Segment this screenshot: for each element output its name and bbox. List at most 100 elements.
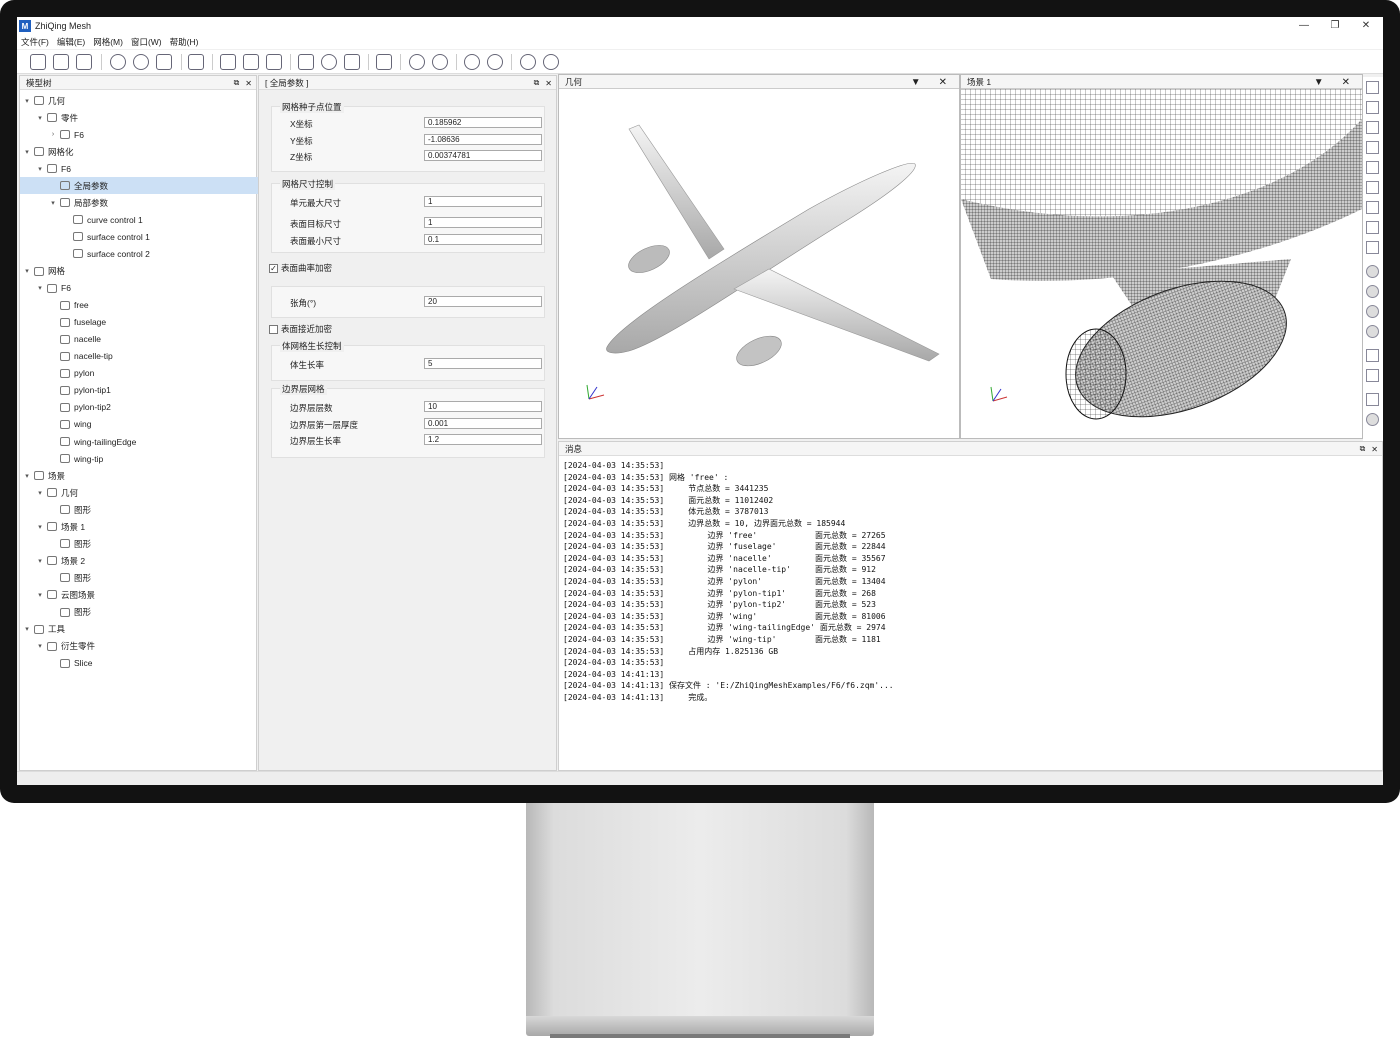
bounding-box-icon[interactable]	[376, 54, 392, 70]
scene1-viewport[interactable]: 场景 1 ▼ ✕	[960, 74, 1363, 439]
float-panel-icon[interactable]: ⧉	[1360, 444, 1366, 454]
tree-item[interactable]: ▾ 局部参数	[20, 194, 258, 211]
tree-item[interactable]: Slice	[20, 655, 258, 672]
tree-item[interactable]: nacelle	[20, 331, 258, 348]
tree-item[interactable]: ▾ 场景 2	[20, 552, 258, 569]
view-axis-icon[interactable]	[1366, 101, 1379, 114]
y-field[interactable]: -1.08636	[424, 134, 542, 145]
tree-item[interactable]: ▾ F6	[20, 280, 258, 297]
select-icon[interactable]	[188, 54, 204, 70]
tree-item[interactable]: ▾ 云图场景	[20, 586, 258, 603]
wireframe-sphere-icon[interactable]	[1366, 285, 1379, 298]
bl-first-field[interactable]: 0.001	[424, 418, 542, 429]
rotate-icon[interactable]	[133, 54, 149, 70]
clip-icon[interactable]	[1366, 349, 1379, 362]
viewport-menu-icon[interactable]: ▼	[1314, 77, 1324, 88]
layer-icon[interactable]	[266, 54, 282, 70]
duplicate-icon[interactable]	[243, 54, 259, 70]
tree-item[interactable]: pylon	[20, 365, 258, 382]
max-size-field[interactable]: 1	[424, 196, 542, 207]
maximize-button[interactable]: ❐	[1320, 17, 1350, 35]
expand-arrow-icon[interactable]: ▾	[48, 199, 58, 207]
tree-item[interactable]: ▾ 网格	[20, 263, 258, 280]
tree-item[interactable]: surface control 1	[20, 228, 258, 245]
zoom-fit-icon[interactable]	[156, 54, 172, 70]
tree-item[interactable]: fuselage	[20, 314, 258, 331]
close-viewport-icon[interactable]: ✕	[1342, 77, 1350, 88]
z-field[interactable]: 0.00374781	[424, 150, 542, 161]
tree-item[interactable]: ▾ 零件	[20, 109, 258, 126]
tree-item[interactable]: pylon-tip2	[20, 399, 258, 416]
expand-arrow-icon[interactable]: ▾	[35, 165, 45, 173]
tree-item[interactable]: wing-tip	[20, 450, 258, 467]
tree-item[interactable]: ▾ 场景	[20, 467, 258, 484]
view-axis-icon[interactable]	[1366, 81, 1379, 94]
expand-arrow-icon[interactable]: ▾	[35, 557, 45, 565]
color-icon[interactable]	[1366, 413, 1379, 426]
tree-item[interactable]: 图形	[20, 501, 258, 518]
menu-mesh[interactable]: 网格(M)	[93, 36, 123, 48]
tree-item[interactable]: nacelle-tip	[20, 348, 258, 365]
menu-file[interactable]: 文件(F)	[21, 36, 49, 48]
close-window-button[interactable]: ✕	[1351, 17, 1381, 35]
geometry-viewport[interactable]: 几何 ▼ ✕	[558, 74, 960, 439]
close-panel-icon[interactable]: ✕	[245, 79, 252, 88]
open-file-icon[interactable]	[53, 54, 69, 70]
tree-item[interactable]: ▾ F6	[20, 160, 258, 177]
tree-item[interactable]: ▾ 几何	[20, 92, 258, 109]
tree-item[interactable]: ▾ 网格化	[20, 143, 258, 160]
save-file-icon[interactable]	[76, 54, 92, 70]
expand-arrow-icon[interactable]: ▾	[35, 642, 45, 650]
curvature-refine-checkbox[interactable]: ✓ 表面曲率加密	[269, 262, 332, 274]
tree-item[interactable]: ▾ 工具	[20, 621, 258, 638]
cylinder-icon[interactable]	[344, 54, 360, 70]
zoom-box-icon[interactable]	[1366, 241, 1379, 254]
view-axis-icon[interactable]	[1366, 141, 1379, 154]
proximity-refine-checkbox[interactable]: 表面接近加密	[269, 323, 332, 335]
view-axis-icon[interactable]	[1366, 181, 1379, 194]
message-log[interactable]: [2024-04-03 14:35:53] [2024-04-03 14:35:5…	[559, 456, 1382, 707]
expand-arrow-icon[interactable]: ▾	[35, 591, 45, 599]
angle-field[interactable]: 20	[424, 296, 542, 307]
close-viewport-icon[interactable]: ✕	[939, 77, 947, 88]
bl-layers-field[interactable]: 10	[424, 401, 542, 412]
menu-help[interactable]: 帮助(H)	[170, 36, 199, 48]
expand-arrow-icon[interactable]: ▾	[35, 523, 45, 531]
cube-icon[interactable]	[298, 54, 314, 70]
proximity-checkbox-box[interactable]	[269, 324, 278, 334]
tree-item[interactable]: wing	[20, 416, 258, 433]
move-icon[interactable]	[110, 54, 126, 70]
float-panel-icon[interactable]: ⧉	[534, 78, 540, 88]
tree-item[interactable]: 图形	[20, 535, 258, 552]
viewport-menu-icon[interactable]: ▼	[911, 77, 921, 88]
close-panel-icon[interactable]: ✕	[1371, 445, 1378, 454]
x-field[interactable]: 0.185962	[424, 117, 542, 128]
curvature-checkbox-box[interactable]: ✓	[269, 263, 278, 273]
tree-item[interactable]: free	[20, 297, 258, 314]
sphere-icon[interactable]	[321, 54, 337, 70]
minimize-button[interactable]: —	[1289, 17, 1319, 35]
palette-icon[interactable]	[1366, 393, 1379, 406]
growth-rate-field[interactable]: 5	[424, 358, 542, 369]
shaded-icon[interactable]	[1366, 265, 1379, 278]
menu-window[interactable]: 窗口(W)	[131, 36, 162, 48]
tree-item[interactable]: pylon-tip1	[20, 382, 258, 399]
generate-mesh-icon[interactable]	[464, 54, 480, 70]
target-size-field[interactable]: 1	[424, 217, 542, 228]
tree-item[interactable]: ▾ 几何	[20, 484, 258, 501]
tree-item[interactable]: ▾ 场景 1	[20, 518, 258, 535]
expand-arrow-icon[interactable]: ▾	[35, 114, 45, 122]
view-axis-icon[interactable]	[1366, 121, 1379, 134]
expand-arrow-icon[interactable]: ▾	[22, 472, 32, 480]
solid-sphere-icon[interactable]	[1366, 325, 1379, 338]
mesh-settings-icon[interactable]	[432, 54, 448, 70]
grid-icon[interactable]	[1366, 369, 1379, 382]
expand-arrow-icon[interactable]: ▾	[22, 625, 32, 633]
float-panel-icon[interactable]: ⧉	[234, 78, 240, 88]
tree-item[interactable]: curve control 1	[20, 211, 258, 228]
tree-item[interactable]: 图形	[20, 569, 258, 586]
mesh-sphere-icon[interactable]	[1366, 305, 1379, 318]
volume-mesh-icon[interactable]	[487, 54, 503, 70]
close-panel-icon[interactable]: ✕	[545, 79, 552, 88]
expand-arrow-icon[interactable]: ▾	[22, 148, 32, 156]
